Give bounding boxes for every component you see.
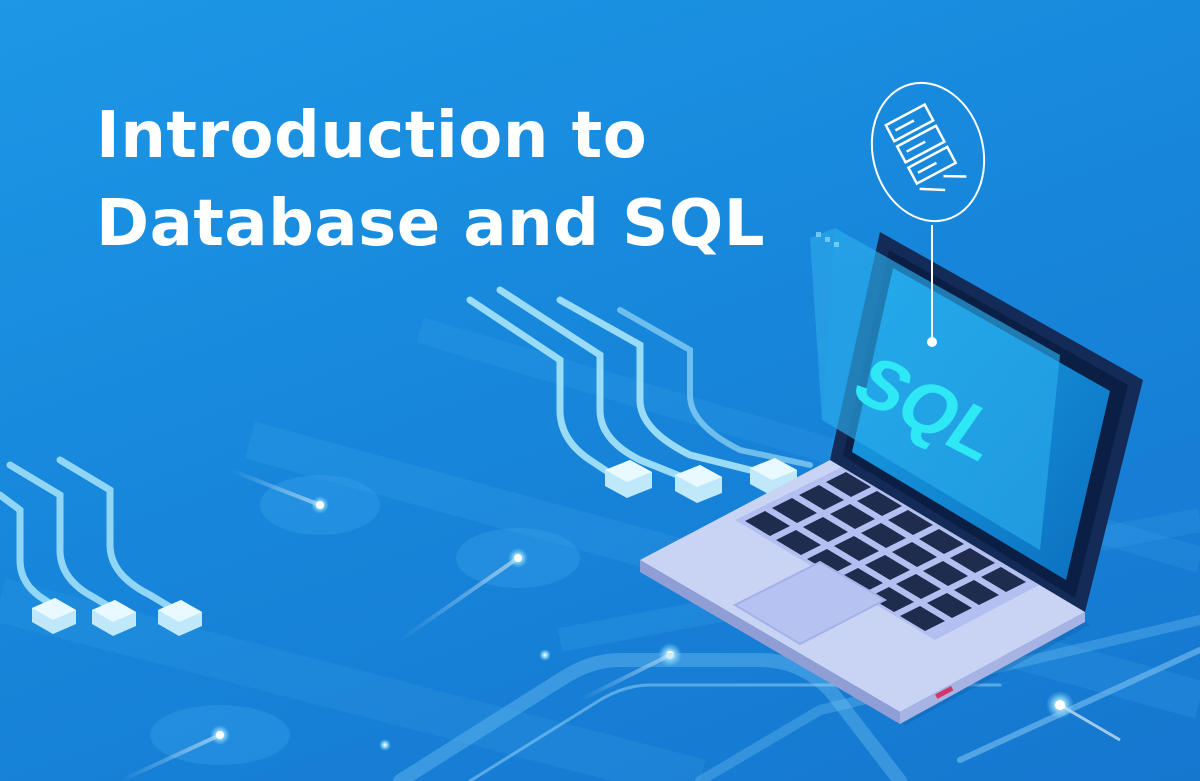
network-cables-top — [466, 286, 813, 484]
network-cables-left — [0, 456, 179, 614]
page-title: Introduction to Database and SQL — [96, 92, 765, 268]
hero-banner: SQL Introduction to Database and SQL — [0, 0, 1200, 781]
ethernet-plug-icon — [32, 598, 202, 636]
server-rack-icon — [884, 102, 967, 192]
title-line-1: Introduction to — [96, 99, 648, 173]
title-line-2: Database and SQL — [96, 187, 765, 261]
